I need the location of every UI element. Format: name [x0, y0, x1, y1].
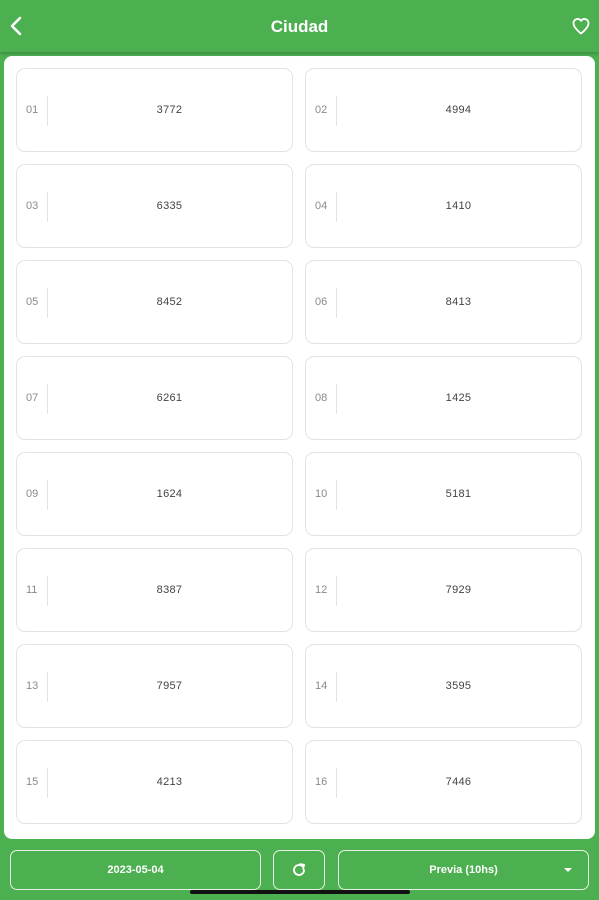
- result-number: 7929: [445, 584, 472, 596]
- date-picker-button[interactable]: 2023-05-04: [10, 850, 261, 890]
- result-card-11: 11 8387: [16, 548, 293, 632]
- heart-icon: [572, 18, 590, 35]
- result-card-13: 13 7957: [16, 644, 293, 728]
- result-position: 04: [315, 200, 328, 212]
- favorite-button[interactable]: [571, 16, 591, 36]
- result-position: 15: [26, 776, 39, 788]
- result-position: 08: [315, 392, 328, 404]
- result-card-03: 03 6335: [16, 164, 293, 248]
- result-card-09: 09 1624: [16, 452, 293, 536]
- result-card-01: 01 3772: [16, 68, 293, 152]
- caret-down-icon: [564, 868, 572, 872]
- result-position: 05: [26, 296, 39, 308]
- result-position: 06: [315, 296, 328, 308]
- result-card-07: 07 6261: [16, 356, 293, 440]
- result-number: 1624: [156, 488, 183, 500]
- result-card-04: 04 1410: [305, 164, 582, 248]
- result-card-10: 10 5181: [305, 452, 582, 536]
- result-position: 09: [26, 488, 39, 500]
- result-position: 12: [315, 584, 328, 596]
- session-select[interactable]: Previa (10hs): [338, 850, 589, 890]
- result-number: 6261: [156, 392, 183, 404]
- result-number: 4994: [445, 104, 472, 116]
- result-number: 8413: [445, 296, 472, 308]
- result-position: 02: [315, 104, 328, 116]
- app-header: Ciudad: [0, 0, 599, 52]
- result-number: 8452: [156, 296, 183, 308]
- result-position: 16: [315, 776, 328, 788]
- session-select-value: Previa (10hs): [429, 864, 498, 876]
- result-number: 7446: [445, 776, 472, 788]
- result-number: 3595: [445, 680, 472, 692]
- refresh-icon: [293, 863, 305, 876]
- result-card-02: 02 4994: [305, 68, 582, 152]
- result-number: 4213: [156, 776, 183, 788]
- result-number: 1425: [445, 392, 472, 404]
- result-position: 13: [26, 680, 39, 692]
- results-panel[interactable]: 01 3772 02 4994 03 6335 04 1410 05 8452 …: [4, 56, 595, 839]
- page-title: Ciudad: [270, 17, 329, 36]
- results-grid: 01 3772 02 4994 03 6335 04 1410 05 8452 …: [16, 68, 582, 824]
- result-number: 3772: [156, 104, 183, 116]
- result-card-08: 08 1425: [305, 356, 582, 440]
- result-card-06: 06 8413: [305, 260, 582, 344]
- refresh-button[interactable]: [273, 850, 325, 890]
- result-number: 1410: [445, 200, 472, 212]
- result-position: 07: [26, 392, 39, 404]
- result-card-05: 05 8452: [16, 260, 293, 344]
- result-card-16: 16 7446: [305, 740, 582, 824]
- home-indicator: [190, 890, 410, 894]
- result-number: 6335: [156, 200, 183, 212]
- result-card-14: 14 3595: [305, 644, 582, 728]
- result-number: 7957: [156, 680, 183, 692]
- result-number: 5181: [445, 488, 472, 500]
- result-position: 10: [315, 488, 328, 500]
- result-card-15: 15 4213: [16, 740, 293, 824]
- result-position: 01: [26, 104, 39, 116]
- result-position: 14: [315, 680, 328, 692]
- result-card-12: 12 7929: [305, 548, 582, 632]
- result-number: 8387: [156, 584, 183, 596]
- result-position: 03: [26, 200, 39, 212]
- result-position: 11: [26, 584, 38, 596]
